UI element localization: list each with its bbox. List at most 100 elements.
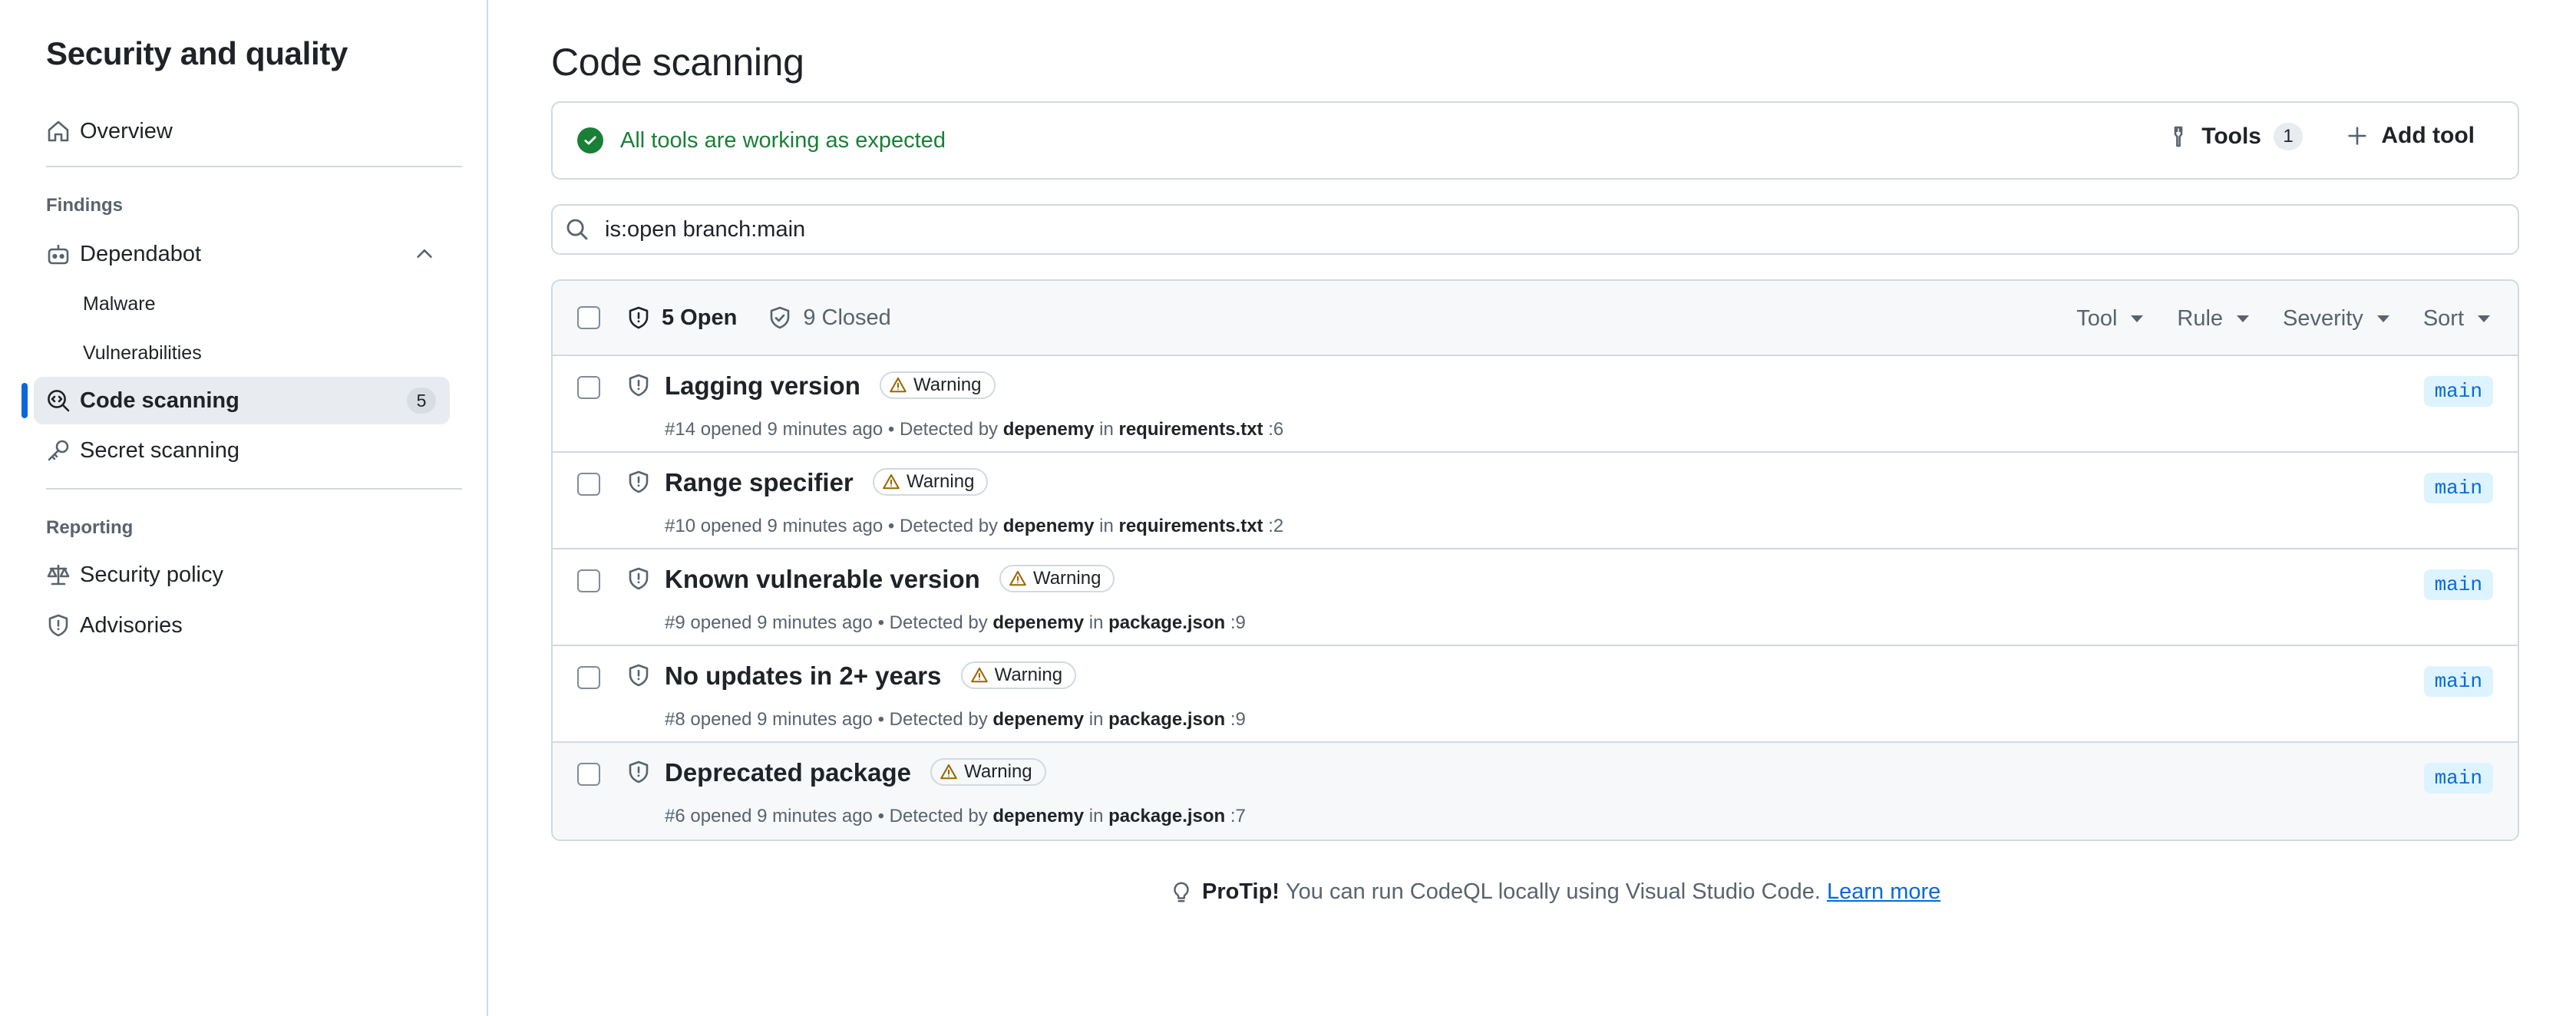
alerts-list-header: 5 Open 9 Closed Tool Rule Severity Sort (553, 281, 2518, 356)
sidebar-item-label: Malware (83, 292, 156, 315)
sidebar-item-advisories[interactable]: Advisories (34, 602, 450, 649)
severity-badge: Warning (999, 565, 1115, 593)
alert-number: #9 (665, 612, 685, 633)
alert-opened: opened 9 minutes ago (700, 419, 883, 440)
alert-title-link[interactable]: Deprecated package (665, 758, 911, 787)
sidebar-item-label: Code scanning (80, 388, 239, 413)
sidebar-item-label: Security policy (80, 562, 223, 587)
shield-icon (629, 664, 649, 687)
tool-status-text: All tools are working as expected (620, 127, 946, 153)
alert-triangle-icon (970, 668, 988, 683)
closed-filter[interactable]: 9 Closed (768, 305, 891, 331)
severity-badge: Warning (960, 661, 1077, 690)
tool-status-bar: All tools are working as expected Tools … (551, 101, 2519, 180)
findings-heading: Findings (46, 195, 123, 216)
closed-count-label: 9 Closed (803, 305, 891, 330)
line-number: :6 (1268, 419, 1284, 440)
branch-label: main (2423, 666, 2493, 697)
tool-filter-dropdown[interactable]: Tool (2076, 305, 2144, 332)
file-link[interactable]: requirements.txt (1118, 419, 1263, 440)
alert-search (551, 204, 2519, 255)
alert-checkbox[interactable] (577, 569, 600, 592)
code-scanning-count-badge: 5 (407, 388, 436, 414)
shield-icon (34, 613, 80, 638)
alert-title-link[interactable]: Lagging version (665, 371, 860, 400)
detected-by-label: Detected by (899, 516, 999, 536)
alert-checkbox[interactable] (577, 473, 600, 496)
add-tool-button[interactable]: Add tool (2346, 123, 2475, 149)
alert-row[interactable]: Lagging version Warning #14 opened 9 min… (553, 356, 2518, 453)
alert-opened: opened 9 minutes ago (690, 806, 873, 826)
alert-row[interactable]: Known vulnerable version Warning #9 open… (553, 549, 2518, 646)
open-filter[interactable]: 5 Open (626, 305, 737, 331)
tool-name: depenemy (992, 612, 1085, 633)
file-link[interactable]: package.json (1108, 612, 1225, 633)
search-input[interactable] (605, 216, 2447, 242)
shield-icon (629, 374, 649, 397)
severity-badge: Warning (872, 468, 989, 496)
chevron-up-icon[interactable] (413, 242, 436, 266)
sidebar-item-secret-scanning[interactable]: Secret scanning (34, 427, 450, 474)
filter-label: Tool (2076, 305, 2118, 331)
line-number: :7 (1230, 806, 1246, 826)
alert-meta: #8 opened 9 minutes ago • Detected by de… (665, 709, 1246, 731)
alert-opened: opened 9 minutes ago (700, 516, 883, 536)
caret-down-icon (2131, 315, 2144, 322)
codescan-icon (34, 388, 80, 413)
alert-row[interactable]: No updates in 2+ years Warning #8 opened… (553, 646, 2518, 743)
line-number: :9 (1230, 612, 1246, 633)
sidebar-item-label: Dependabot (80, 241, 202, 266)
sidebar-item-overview[interactable]: Overview (34, 107, 450, 155)
alert-checkbox[interactable] (577, 376, 600, 399)
file-link[interactable]: package.json (1108, 806, 1225, 826)
check-circle-icon (577, 127, 603, 153)
filter-label: Sort (2422, 305, 2464, 331)
alert-opened: opened 9 minutes ago (690, 709, 873, 730)
alert-triangle-icon (940, 764, 957, 780)
law-icon (34, 562, 80, 587)
tools-count-badge: 1 (2274, 123, 2303, 150)
in-label: in (1088, 709, 1104, 730)
tool-status: All tools are working as expected (577, 127, 946, 153)
file-link[interactable]: requirements.txt (1118, 516, 1263, 536)
alert-row[interactable]: Deprecated package Warning #6 opened 9 m… (553, 743, 2518, 840)
sidebar-item-security-policy[interactable]: Security policy (34, 551, 450, 599)
sidebar-item-vulnerabilities[interactable]: Vulnerabilities (34, 332, 450, 374)
rule-filter-dropdown[interactable]: Rule (2177, 305, 2250, 332)
alert-title-link[interactable]: Known vulnerable version (665, 565, 980, 593)
alert-title-link[interactable]: Range specifier (665, 468, 854, 496)
sidebar-item-code-scanning[interactable]: Code scanning 5 (34, 377, 450, 424)
tool-name: depenemy (1002, 516, 1095, 536)
sidebar-item-malware[interactable]: Malware (34, 282, 450, 325)
meta-separator: • (877, 709, 884, 730)
sidebar-item-dependabot[interactable]: Dependabot (34, 230, 450, 278)
protip-label: ProTip! (1202, 879, 1280, 904)
alert-row[interactable]: Range specifier Warning #10 opened 9 min… (553, 453, 2518, 549)
reporting-heading: Reporting (46, 517, 134, 538)
sidebar-item-label: Advisories (80, 612, 183, 638)
tools-button[interactable]: Tools 1 (2166, 123, 2303, 150)
alert-meta: #10 opened 9 minutes ago • Detected by d… (665, 516, 1283, 537)
select-all-checkbox[interactable] (577, 306, 600, 329)
alert-title-link[interactable]: No updates in 2+ years (665, 661, 941, 690)
learn-more-link[interactable]: Learn more (1827, 879, 1940, 905)
alert-number: #14 (665, 419, 696, 440)
protip-text: You can run CodeQL locally using Visual … (1285, 879, 1821, 904)
shield-icon (629, 470, 649, 493)
tools-label: Tools (2201, 124, 2261, 149)
sidebar-item-label: Overview (80, 118, 173, 143)
sort-dropdown[interactable]: Sort (2423, 306, 2490, 332)
in-label: in (1099, 419, 1114, 440)
alert-checkbox[interactable] (577, 763, 600, 786)
meta-separator: • (877, 806, 884, 826)
filter-label: Severity (2283, 305, 2363, 331)
shield-check-icon (771, 306, 790, 329)
file-link[interactable]: package.json (1108, 709, 1225, 730)
alert-triangle-icon (883, 474, 900, 490)
tool-name: depenemy (992, 806, 1085, 826)
severity-filter-dropdown[interactable]: Severity (2283, 306, 2389, 332)
alert-checkbox[interactable] (577, 666, 600, 689)
home-icon (34, 119, 80, 143)
filter-label: Rule (2177, 305, 2224, 331)
shield-icon (629, 306, 649, 329)
